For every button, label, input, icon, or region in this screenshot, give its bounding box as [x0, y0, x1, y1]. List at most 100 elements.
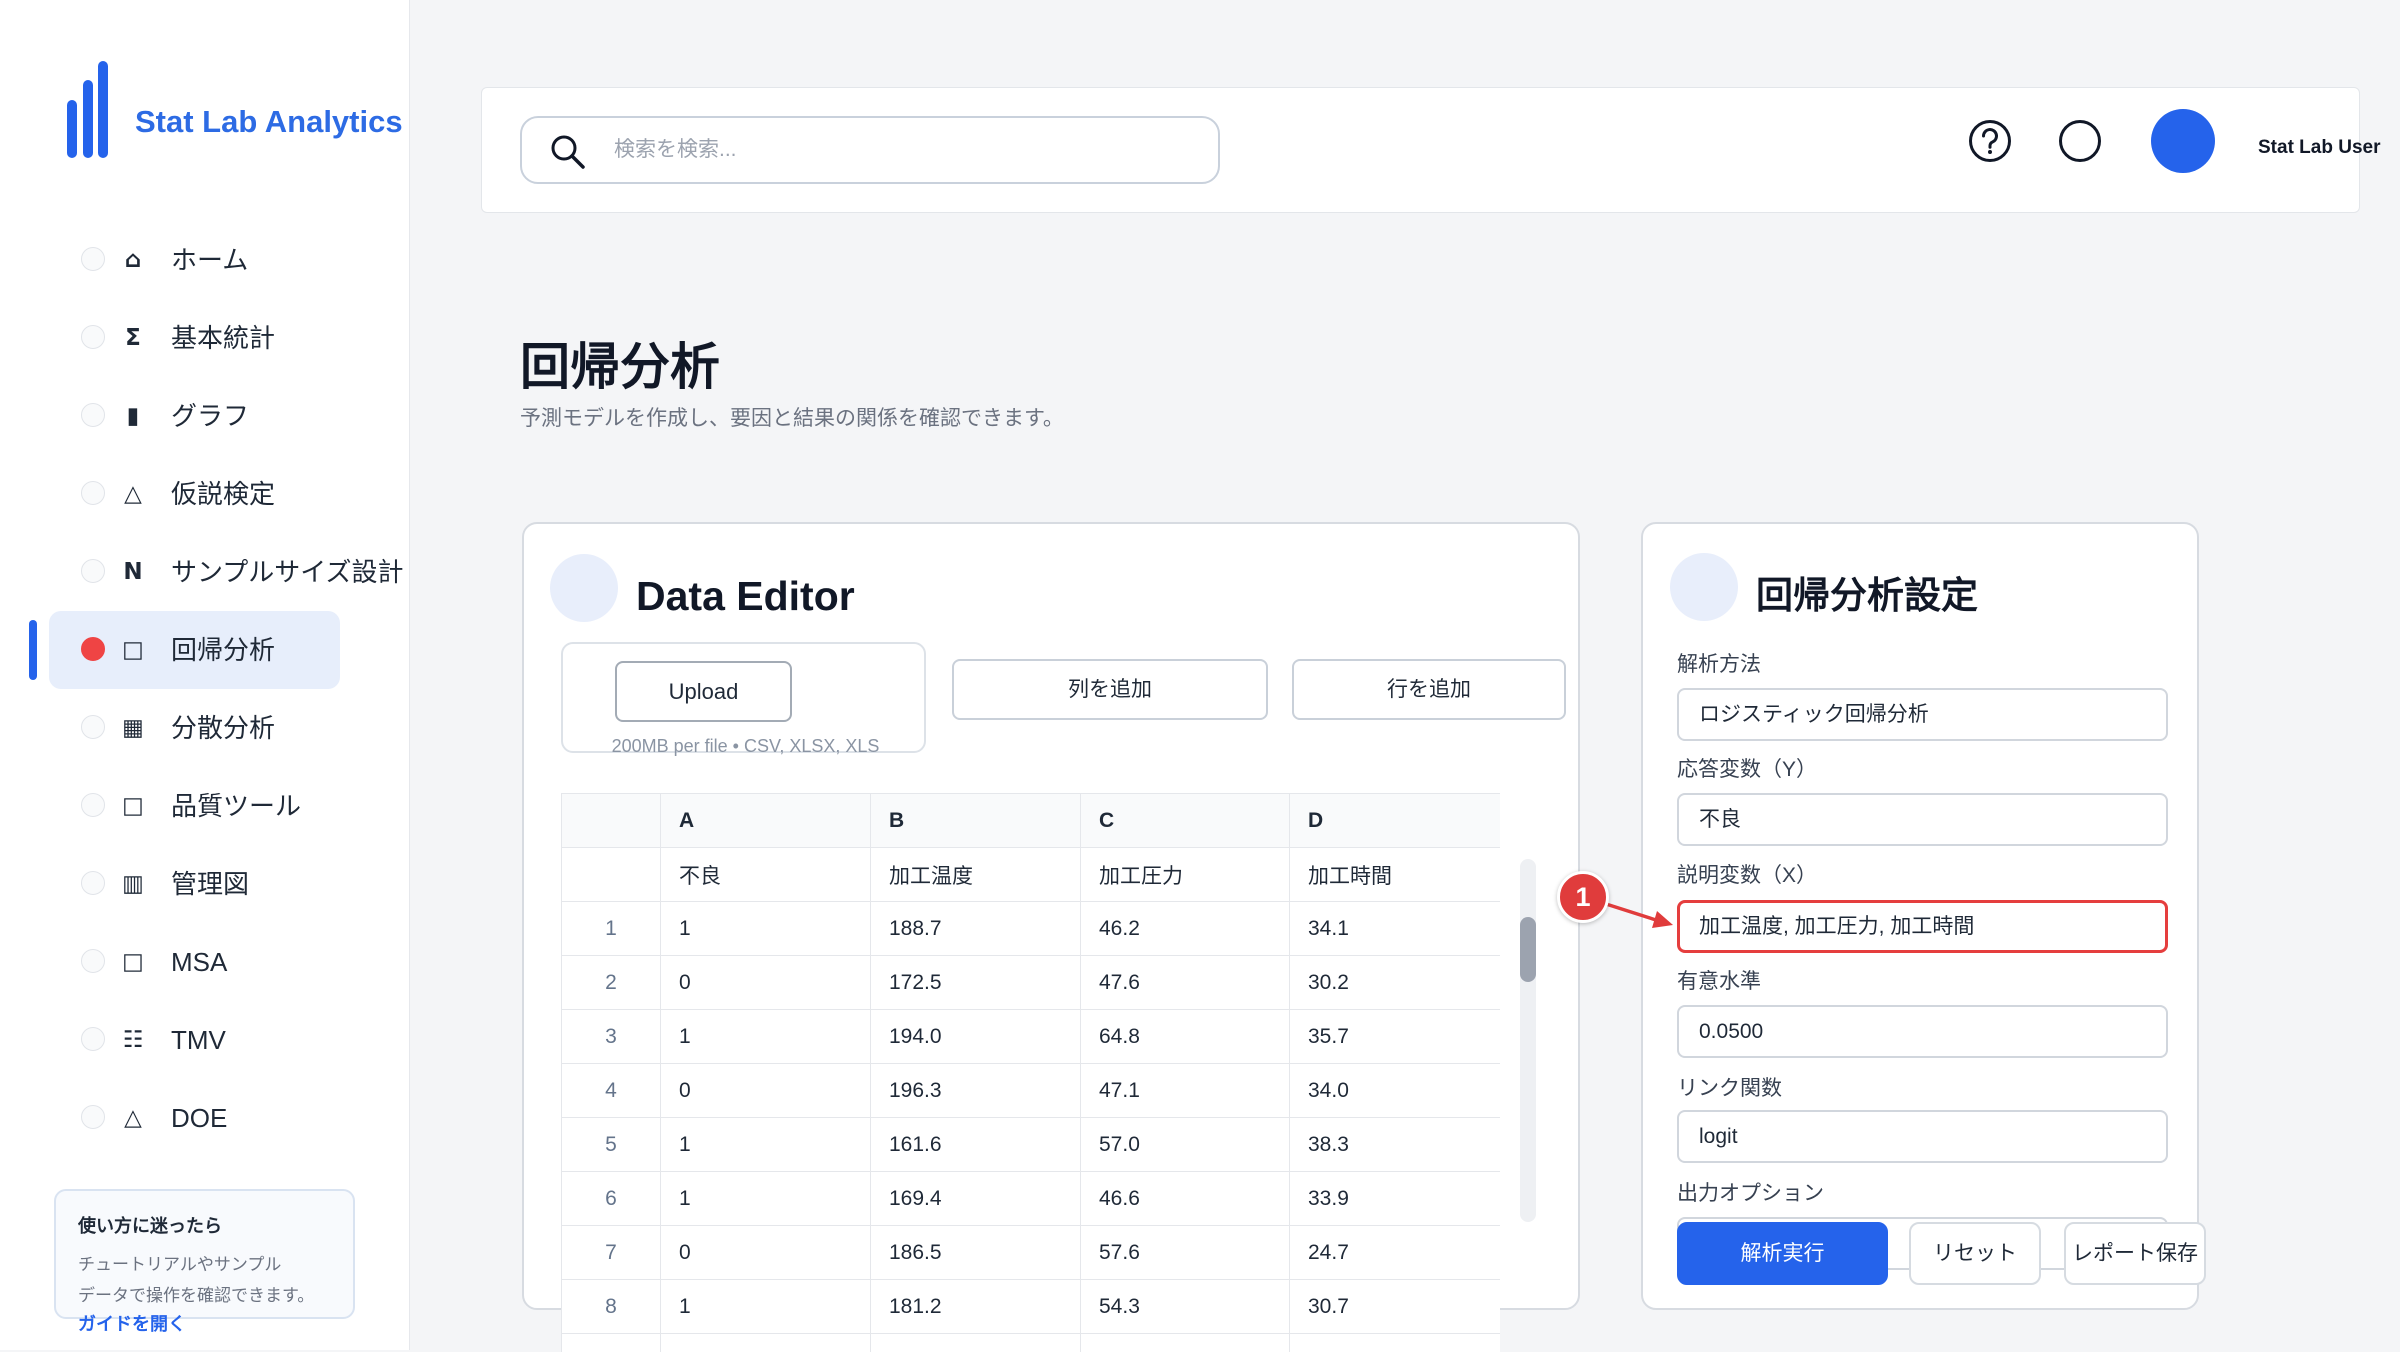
table-cell[interactable]: 1 [661, 1280, 871, 1334]
table-cell[interactable]: 46.6 [1081, 1172, 1290, 1226]
table-cell[interactable]: 54.3 [1081, 1280, 1290, 1334]
table-row[interactable]: 31194.064.835.7 [562, 1010, 1501, 1064]
column-name-row: 不良加工温度加工圧力加工時間 [562, 848, 1501, 902]
sidebar-item-msa[interactable]: □MSA [49, 923, 340, 1001]
table-cell[interactable]: 47.6 [1081, 956, 1290, 1010]
table-row[interactable]: 61169.446.633.9 [562, 1172, 1501, 1226]
table-cell[interactable]: 24.7 [1290, 1226, 1501, 1280]
table-cell[interactable]: 38.3 [1290, 1118, 1501, 1172]
table-cell[interactable] [661, 1334, 871, 1352]
table-cell[interactable]: 0 [661, 1064, 871, 1118]
column-name-cell[interactable]: 不良 [661, 848, 871, 902]
sidebar-item-quality-tools[interactable]: □品質ツール [49, 767, 340, 845]
sidebar-item-hypothesis-test[interactable]: △仮説検定 [49, 455, 340, 533]
table-cell[interactable]: 1 [661, 1118, 871, 1172]
square-icon: □ [119, 787, 147, 825]
table-cell[interactable]: 161.6 [871, 1118, 1081, 1172]
table-cell[interactable]: 46.2 [1081, 902, 1290, 956]
table-cell[interactable]: 188.7 [871, 902, 1081, 956]
user-avatar-icon[interactable] [2151, 109, 2215, 173]
table-cell[interactable] [871, 1334, 1081, 1352]
logo-bar [83, 80, 93, 158]
table-cell[interactable]: 196.3 [871, 1064, 1081, 1118]
page-subtitle: 予測モデルを作成し、要因と結果の関係を確認できます。 [520, 405, 1064, 433]
upload-button[interactable]: Upload [615, 661, 792, 722]
scrollbar-thumb[interactable] [1520, 917, 1536, 982]
table-cell[interactable] [1290, 1334, 1501, 1352]
guide-link[interactable]: ガイドを開く [78, 1312, 186, 1336]
table-row[interactable]: 51161.657.038.3 [562, 1118, 1501, 1172]
table-cell[interactable]: 169.4 [871, 1172, 1081, 1226]
row-index: 8 [562, 1280, 661, 1334]
table-cell[interactable]: 64.8 [1081, 1010, 1290, 1064]
status-dot [81, 325, 105, 349]
table-row[interactable]: 81181.254.330.7 [562, 1280, 1501, 1334]
circle-icon[interactable] [2058, 119, 2102, 163]
sidebar-item-home[interactable]: ⌂ホーム [49, 221, 340, 299]
data-editor-card: Data Editor Upload 200MB per file • CSV,… [522, 522, 1580, 1310]
sidebar-item-graph[interactable]: ▮グラフ [49, 377, 340, 455]
table-cell[interactable]: 1 [661, 902, 871, 956]
column-header[interactable]: B [871, 794, 1081, 848]
row-index-cell [562, 848, 661, 902]
row-index: 6 [562, 1172, 661, 1226]
sidebar-item-tmv[interactable]: ☷TMV [49, 1001, 340, 1079]
run-analysis-button[interactable]: 解析実行 [1677, 1222, 1888, 1285]
add-column-button[interactable]: 列を追加 [952, 659, 1268, 720]
table-cell[interactable]: 172.5 [871, 956, 1081, 1010]
scrollbar-track[interactable] [1520, 859, 1536, 1222]
table-row[interactable]: 40196.347.134.0 [562, 1064, 1501, 1118]
table-cell[interactable]: 35.7 [1290, 1010, 1501, 1064]
table-row-partial[interactable] [562, 1334, 1501, 1352]
question-mark-glyph [1984, 130, 1997, 148]
search-input[interactable] [612, 128, 1192, 172]
column-name-cell[interactable]: 加工温度 [871, 848, 1081, 902]
table-cell[interactable]: 186.5 [871, 1226, 1081, 1280]
reset-button[interactable]: リセット [1909, 1222, 2041, 1285]
table-row[interactable]: 20172.547.630.2 [562, 956, 1501, 1010]
sidebar-item-basic-stats[interactable]: Σ基本統計 [49, 299, 340, 377]
link-function-select[interactable]: logit [1677, 1110, 2168, 1163]
table-cell[interactable]: 0 [661, 956, 871, 1010]
table-cell[interactable]: 194.0 [871, 1010, 1081, 1064]
significance-level-input[interactable]: 0.0500 [1677, 1005, 2168, 1058]
table-cell[interactable]: 0 [661, 1226, 871, 1280]
sidebar-item-regression[interactable]: □回帰分析 [49, 611, 340, 689]
save-report-button[interactable]: レポート保存 [2064, 1222, 2206, 1285]
file-upload-dropzone[interactable]: Upload 200MB per file • CSV, XLSX, XLS [561, 642, 926, 753]
table-cell[interactable]: 181.2 [871, 1280, 1081, 1334]
table-cell[interactable]: 47.1 [1081, 1064, 1290, 1118]
table-cell[interactable]: 34.1 [1290, 902, 1501, 956]
table-cell[interactable]: 1 [661, 1172, 871, 1226]
home-icon: ⌂ [119, 241, 147, 279]
sidebar-item-anova[interactable]: ▦分散分析 [49, 689, 340, 767]
response-variable-select[interactable]: 不良 [1677, 793, 2168, 846]
user-name[interactable]: Stat Lab User [2258, 136, 2380, 160]
column-header[interactable]: C [1081, 794, 1290, 848]
sidebar-item-label: 管理図 [171, 865, 249, 903]
add-row-button[interactable]: 行を追加 [1292, 659, 1566, 720]
column-name-cell[interactable]: 加工圧力 [1081, 848, 1290, 902]
table-cell[interactable]: 1 [661, 1010, 871, 1064]
table-cell[interactable]: 57.0 [1081, 1118, 1290, 1172]
column-name-cell[interactable]: 加工時間 [1290, 848, 1501, 902]
app-name[interactable]: Stat Lab Analytics [135, 104, 403, 140]
table-cell[interactable]: 34.0 [1290, 1064, 1501, 1118]
table-cell[interactable] [1081, 1334, 1290, 1352]
sidebar-item-doe[interactable]: △DOE [49, 1079, 340, 1157]
search-box[interactable] [520, 116, 1220, 184]
analysis-method-select[interactable]: ロジスティック回帰分析 [1677, 688, 2168, 741]
table-cell[interactable]: 30.2 [1290, 956, 1501, 1010]
question-circle-icon[interactable] [1968, 119, 2012, 163]
table-cell[interactable]: 33.9 [1290, 1172, 1501, 1226]
table-row[interactable]: 70186.557.624.7 [562, 1226, 1501, 1280]
sidebar-item-sample-size-design[interactable]: Nサンプルサイズ設計 [49, 533, 340, 611]
table-cell[interactable]: 30.7 [1290, 1280, 1501, 1334]
column-header[interactable]: D [1290, 794, 1501, 848]
explanatory-variables-select[interactable]: 加工温度, 加工圧力, 加工時間 [1677, 900, 2168, 953]
column-header[interactable]: A [661, 794, 871, 848]
status-dot [81, 871, 105, 895]
table-cell[interactable]: 57.6 [1081, 1226, 1290, 1280]
table-row[interactable]: 11188.746.234.1 [562, 902, 1501, 956]
sidebar-item-control-chart[interactable]: ▥管理図 [49, 845, 340, 923]
